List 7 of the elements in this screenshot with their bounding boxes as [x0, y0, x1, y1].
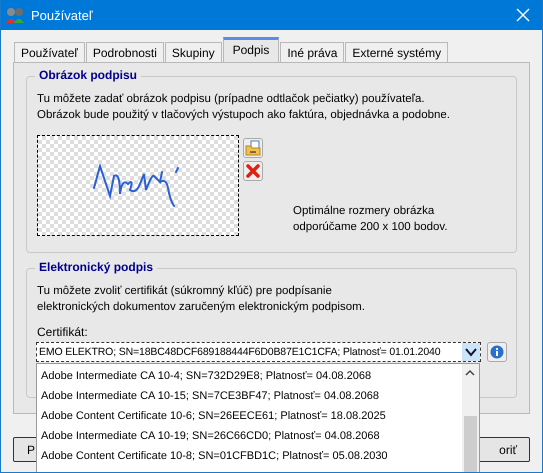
window-title: Používateľ [31, 8, 94, 22]
certificate-label: Certifikát: [37, 325, 89, 339]
group-title: Elektronický podpis [35, 260, 158, 274]
size-hint: Optimálne rozmery obrázka odporúčame 200 x 100 bodov. [293, 204, 449, 235]
description-text: Tu môžete zvoliť certifikát (súkromný kľúč) pre podpísanie elektronických dokumentov zaručeným elektronickým podpisom. [37, 284, 366, 315]
group-title: Obrázok podpisu [35, 68, 142, 82]
description-text: Tu môžete zadať obrázok podpisu (prípadne odtlačok pečiatky) používateľa. Obrázok bude použitý v tlačových výstupoch ako faktúra, objednávka a podobne. [37, 92, 451, 123]
